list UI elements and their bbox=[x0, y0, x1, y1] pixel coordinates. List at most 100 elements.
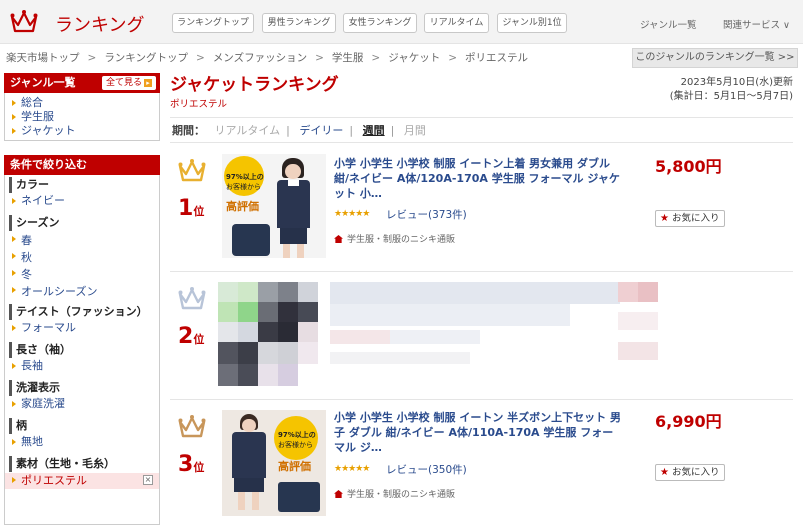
filter-item-polyester-selected[interactable]: ポリエステル × bbox=[5, 473, 159, 489]
filter-item-plain[interactable]: 無地 bbox=[5, 435, 159, 449]
filter-item-autumn[interactable]: 秋 bbox=[5, 249, 159, 266]
favorite-label: お気に入り bbox=[672, 467, 720, 478]
jacket-image bbox=[232, 224, 270, 256]
related-services-menu[interactable]: 関連サービス ∨ bbox=[723, 17, 790, 31]
period-label: 期間： bbox=[172, 124, 205, 137]
tab-genre-first[interactable]: ジャンル別1位 bbox=[497, 13, 567, 33]
child-jacket bbox=[232, 432, 266, 478]
favorite-button[interactable]: ★ お気に入り bbox=[655, 210, 725, 227]
rank-number: 2位 bbox=[178, 324, 204, 349]
aggregation-period: (集計日：5月1日～5月7日) bbox=[669, 91, 793, 102]
filter-item-home-wash[interactable]: 家庭洗濯 bbox=[5, 397, 159, 411]
breadcrumb-separator: > bbox=[448, 52, 458, 64]
child-leg bbox=[238, 492, 245, 510]
breadcrumb-item[interactable]: メンズファッション bbox=[213, 52, 307, 64]
period-realtime[interactable]: リアルタイム bbox=[215, 124, 281, 137]
ranking-item-2: 2位 bbox=[170, 272, 793, 400]
genre-list: 総合 学生服 ジャケット bbox=[4, 93, 160, 141]
filter-title-taste: テイスト（ファッション） bbox=[9, 304, 159, 320]
rank-suffix: 位 bbox=[193, 461, 205, 474]
period-selector: 期間： リアルタイム | デイリー | 週間 | 月間 bbox=[170, 117, 793, 143]
badge-text-3: 高評価 bbox=[226, 200, 259, 213]
crown-logo-icon[interactable] bbox=[10, 9, 38, 35]
filter-panel: カラー ネイビー シーズン 春 秋 冬 オールシーズン テイスト（ファッション）… bbox=[4, 175, 160, 525]
filter-header: 条件で絞り込む bbox=[4, 155, 160, 175]
filter-title-color: カラー bbox=[9, 177, 159, 193]
tab-ranking-top[interactable]: ランキングトップ bbox=[172, 13, 254, 33]
period-daily[interactable]: デイリー bbox=[299, 124, 343, 137]
filter-item-navy[interactable]: ネイビー bbox=[5, 194, 159, 208]
shorts-image bbox=[278, 482, 320, 512]
filter-item-spring[interactable]: 春 bbox=[5, 232, 159, 249]
gold-crown-icon bbox=[178, 159, 206, 182]
updated-date: 2023年5月10日(水)更新 bbox=[680, 77, 793, 88]
genre-list-link[interactable]: ジャンル一覧 bbox=[640, 17, 697, 31]
filter-item-polyester-label: ポリエステル bbox=[21, 474, 87, 487]
child-face bbox=[285, 164, 301, 179]
tab-men-ranking[interactable]: 男性ランキング bbox=[262, 13, 336, 33]
breadcrumb-item[interactable]: 楽天市場トップ bbox=[6, 52, 80, 64]
genre-list-header: ジャンル一覧 全て見る ▸ bbox=[4, 73, 160, 93]
product-title-link[interactable]: 小学 小学生 小学校 制服 イートン上着 男女兼用 ダブル 紺/ネイビー A体/… bbox=[334, 156, 624, 201]
genre-ranking-list-button[interactable]: このジャンルのランキング一覧 >> bbox=[632, 48, 798, 68]
rank-number: 1位 bbox=[178, 196, 204, 221]
child-skirt bbox=[280, 228, 307, 244]
review-link[interactable]: レビュー(350件) bbox=[386, 462, 467, 477]
child-collar bbox=[288, 180, 299, 186]
shop-link[interactable]: 学生服・制服のニシキ通販 bbox=[334, 487, 455, 500]
filter-title-season: シーズン bbox=[9, 215, 159, 231]
see-all-button[interactable]: 全て見る ▸ bbox=[101, 76, 156, 90]
child-leg bbox=[283, 244, 290, 258]
breadcrumb-item[interactable]: ジャケット bbox=[388, 52, 440, 64]
remove-filter-icon[interactable]: × bbox=[143, 475, 153, 485]
filter-item-formal[interactable]: フォーマル bbox=[5, 321, 159, 335]
genre-item-school-uniform[interactable]: 学生服 bbox=[5, 110, 159, 124]
logo-text[interactable]: ランキング bbox=[55, 11, 144, 37]
rank-suffix: 位 bbox=[193, 205, 205, 218]
product-image[interactable]: 97%以上の お客様から 高評価 bbox=[222, 410, 326, 516]
tab-women-ranking[interactable]: 女性ランキング bbox=[343, 13, 417, 33]
breadcrumb: 楽天市場トップ > ランキングトップ > メンズファッション > 学生服 > ジャケット > ポリエ… bbox=[6, 50, 528, 65]
period-separator: | bbox=[349, 124, 354, 137]
breadcrumb-item[interactable]: ランキングトップ bbox=[104, 52, 188, 64]
product-title-link[interactable]: 小学 小学生 小学校 制服 イートン 半ズボン上下セット 男子 ダブル 紺/ネイ… bbox=[334, 410, 624, 455]
bronze-crown-icon bbox=[178, 415, 206, 438]
arrow-right-icon: ▸ bbox=[144, 79, 152, 87]
filter-item-long-sleeve[interactable]: 長袖 bbox=[5, 359, 159, 373]
breadcrumb-item-current[interactable]: ポリエステル bbox=[465, 52, 528, 64]
period-monthly[interactable]: 月間 bbox=[404, 124, 426, 137]
filter-item-all-season[interactable]: オールシーズン bbox=[5, 283, 159, 300]
shop-link[interactable]: 学生服・制服のニシキ通販 bbox=[334, 232, 455, 245]
badge-text-2: お客様から bbox=[226, 183, 261, 191]
shop-icon bbox=[334, 490, 343, 498]
child-jacket bbox=[277, 180, 310, 228]
genre-item-jacket[interactable]: ジャケット bbox=[5, 124, 159, 138]
product-price: 6,990円 bbox=[655, 412, 722, 431]
breadcrumb-separator: > bbox=[196, 52, 205, 64]
rank-value: 2 bbox=[178, 324, 194, 349]
tab-realtime[interactable]: リアルタイム bbox=[424, 13, 489, 33]
favorite-button[interactable]: ★ お気に入り bbox=[655, 464, 725, 481]
rating-stars-icon: ★★★★★ bbox=[334, 209, 370, 219]
product-image[interactable]: 97%以上の お客様から 高評価 bbox=[222, 154, 326, 258]
rank-number: 3位 bbox=[178, 452, 204, 477]
child-leg bbox=[297, 244, 304, 258]
top-header: ランキング ランキングトップ 男性ランキング 女性ランキング リアルタイム ジャ… bbox=[0, 0, 803, 44]
product-price: 5,800円 bbox=[655, 157, 722, 176]
star-icon: ★ bbox=[660, 213, 669, 224]
genre-list-title: ジャンル一覧 bbox=[10, 76, 76, 89]
page-subtitle: ポリエステル bbox=[170, 99, 228, 110]
breadcrumb-separator: > bbox=[315, 52, 324, 64]
child-leg bbox=[252, 492, 259, 510]
breadcrumb-item[interactable]: 学生服 bbox=[332, 52, 364, 64]
review-link[interactable]: レビュー(373件) bbox=[386, 207, 467, 222]
see-all-label: 全て見る bbox=[105, 78, 142, 88]
filter-item-winter[interactable]: 冬 bbox=[5, 266, 159, 283]
period-weekly[interactable]: 週間 bbox=[363, 124, 385, 137]
breadcrumb-separator: > bbox=[371, 52, 381, 64]
genre-item-general[interactable]: 総合 bbox=[5, 96, 159, 110]
filter-title-material: 素材（生地・毛糸） bbox=[9, 456, 159, 472]
period-separator: | bbox=[286, 124, 290, 137]
pixelated-product-area[interactable] bbox=[218, 282, 658, 386]
filter-title-pattern: 柄 bbox=[9, 418, 159, 434]
